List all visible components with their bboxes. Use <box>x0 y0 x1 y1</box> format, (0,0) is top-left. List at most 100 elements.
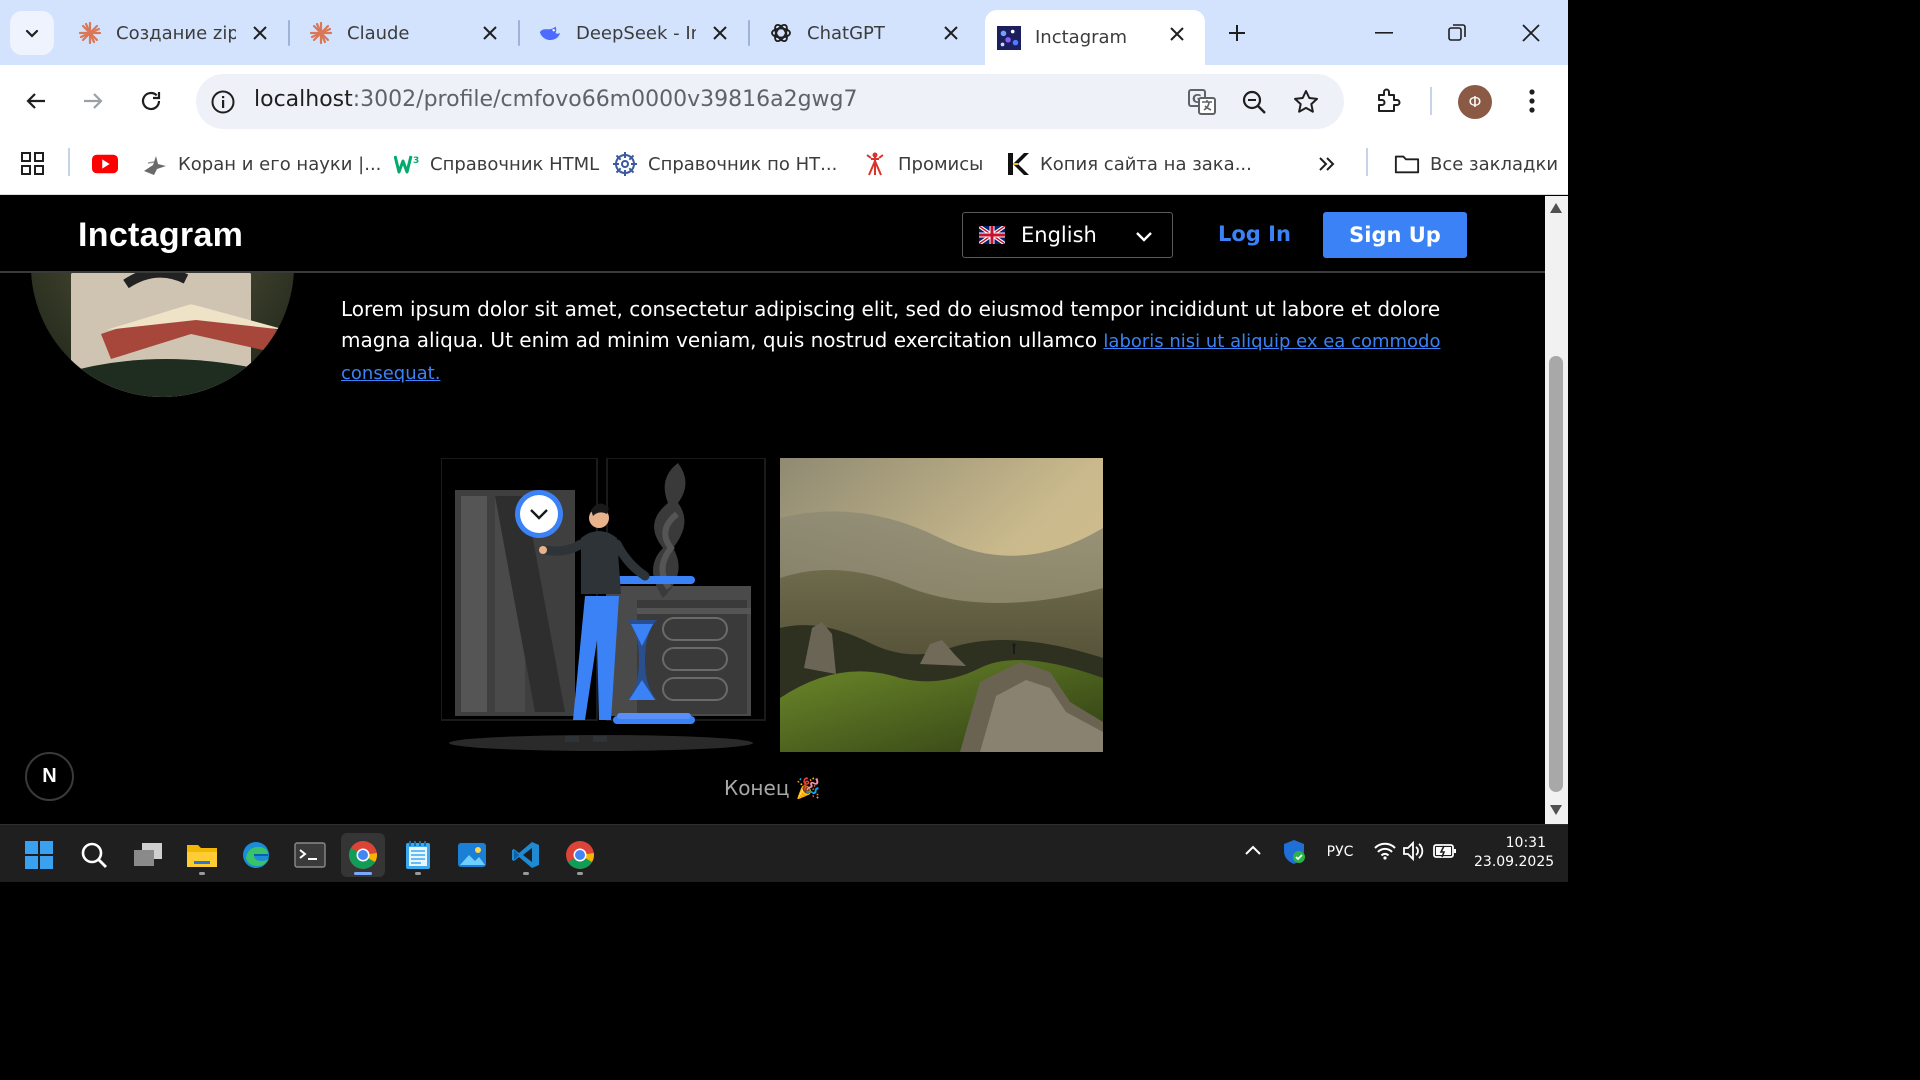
bookmark-html-reference[interactable]: 3 Справочник HTML <box>394 149 599 179</box>
tray-overflow-chevron-icon[interactable] <box>1242 839 1264 861</box>
reload-button[interactable] <box>133 83 169 119</box>
tab-title: ChatGPT <box>807 22 885 44</box>
system-clock[interactable]: 10:31 23.09.2025 <box>1474 834 1555 872</box>
start-button[interactable] <box>17 833 61 877</box>
bookmark-label: Справочник по НТ... <box>648 153 838 175</box>
arrow-left-icon <box>26 93 45 109</box>
bookmark-quran[interactable]: Коран и его науки |... <box>142 149 381 179</box>
search-icon <box>81 842 107 868</box>
more-bookmarks-icon[interactable] <box>1316 149 1338 179</box>
screen: Создание zip Claude DeepSeek - In ChatGP… <box>0 0 1568 882</box>
volume-icon[interactable] <box>1401 839 1425 863</box>
site-logo[interactable]: Inctagram <box>78 216 243 255</box>
tab-create-zip[interactable]: Создание zip <box>78 10 272 56</box>
translate-icon[interactable]: G <box>1186 86 1218 118</box>
language-label: English <box>1021 223 1097 247</box>
windows-logo-icon <box>25 841 53 869</box>
bookmark-youtube[interactable] <box>92 149 128 179</box>
terminal-button[interactable] <box>288 833 332 877</box>
tab-title: DeepSeek - In <box>576 22 696 44</box>
vscode-button[interactable] <box>504 833 548 877</box>
windows-taskbar: РУС 10:31 23.09.2025 <box>0 824 1568 882</box>
toolbar-separator <box>1430 87 1432 115</box>
chevron-down-icon <box>1136 232 1152 242</box>
bird-icon <box>142 151 168 177</box>
photos-button[interactable] <box>450 833 494 877</box>
close-window-button[interactable] <box>1516 18 1546 48</box>
tab-separator <box>748 20 750 46</box>
end-of-feed-text: Конец 🎉 <box>724 776 821 800</box>
vscode-icon <box>512 842 539 868</box>
search-button[interactable] <box>72 833 116 877</box>
site-info-icon[interactable] <box>208 87 238 117</box>
inctagram-icon <box>997 25 1021 50</box>
new-tab-button[interactable] <box>1222 18 1252 48</box>
profile-avatar[interactable]: Ф <box>1458 85 1492 119</box>
edge-button[interactable] <box>234 833 278 877</box>
close-icon[interactable] <box>248 21 272 45</box>
browser-toolbar: localhost:3002/profile/cmfovo66m0000v398… <box>0 65 1568 137</box>
apps-grid-icon[interactable] <box>20 149 46 179</box>
close-icon[interactable] <box>708 21 732 45</box>
tab-separator <box>518 20 520 46</box>
tab-deepseek[interactable]: DeepSeek - In <box>538 10 732 56</box>
chrome-icon <box>349 841 378 869</box>
chrome-second-button[interactable] <box>558 833 602 877</box>
tab-claude[interactable]: Claude <box>309 10 502 56</box>
tab-inctagram[interactable]: Inctagram <box>985 10 1205 65</box>
all-bookmarks-label: Все закладки <box>1430 153 1559 175</box>
url-text[interactable]: localhost:3002/profile/cmfovo66m0000v398… <box>254 87 858 112</box>
bookmark-site-copy[interactable]: Копия сайта на зака... <box>1004 149 1252 179</box>
restore-button[interactable] <box>1442 18 1472 48</box>
tab-title: Создание zip <box>116 22 236 44</box>
bookmark-html-guide[interactable]: Справочник по НТ... <box>612 149 837 179</box>
close-icon[interactable] <box>478 21 502 45</box>
folder-icon <box>187 845 217 867</box>
close-icon[interactable] <box>1165 22 1189 46</box>
scrollbar-thumb[interactable] <box>1549 356 1563 792</box>
menu-kebab-icon[interactable] <box>1514 83 1550 119</box>
bookmark-promises[interactable]: Промисы <box>862 149 983 179</box>
scroll-up-arrow-icon[interactable] <box>1549 202 1563 214</box>
wifi-icon[interactable] <box>1373 839 1397 863</box>
tab-chatgpt[interactable]: ChatGPT <box>769 10 963 56</box>
login-button[interactable]: Log In <box>1218 222 1291 246</box>
post-thumbnail-landscape[interactable] <box>780 458 1103 752</box>
language-select[interactable]: English <box>962 212 1173 258</box>
battery-icon[interactable] <box>1432 839 1458 863</box>
w3-icon: 3 <box>394 151 420 177</box>
post-thumbnail-illustration[interactable] <box>441 458 768 752</box>
back-button[interactable] <box>18 83 54 119</box>
input-language[interactable]: РУС <box>1322 839 1358 865</box>
edge-icon <box>243 842 269 868</box>
chatgpt-icon <box>769 21 793 45</box>
terminal-icon <box>294 842 326 868</box>
bookmark-label: Справочник HTML <box>430 153 600 175</box>
notepad-button[interactable] <box>396 833 440 877</box>
all-bookmarks[interactable]: Все закладки <box>1394 149 1558 179</box>
nextjs-dev-badge[interactable]: N <box>25 752 74 801</box>
zoom-icon[interactable] <box>1238 86 1270 118</box>
defender-shield-icon[interactable] <box>1281 839 1307 865</box>
minimize-button[interactable] <box>1369 18 1399 48</box>
page-scrollbar[interactable] <box>1545 196 1568 824</box>
address-bar[interactable]: localhost:3002/profile/cmfovo66m0000v398… <box>196 74 1344 129</box>
extensions-icon[interactable] <box>1370 83 1406 119</box>
close-icon[interactable] <box>939 21 963 45</box>
file-explorer-button[interactable] <box>180 833 224 877</box>
chrome-button[interactable] <box>341 833 385 877</box>
profile-bio: Lorem ipsum dolor sit amet, consectetur … <box>341 294 1491 389</box>
url-path: :3002/profile/cmfovo66m0000v39816a2gwg7 <box>352 87 858 112</box>
bookmark-star-icon[interactable] <box>1290 86 1322 118</box>
scroll-down-arrow-icon[interactable] <box>1549 804 1563 816</box>
uk-flag-icon <box>979 226 1005 244</box>
signup-button[interactable]: Sign Up <box>1323 212 1467 258</box>
tab-search-button[interactable] <box>10 11 54 55</box>
task-view-button[interactable] <box>126 833 170 877</box>
photos-icon <box>458 843 486 867</box>
reload-icon <box>141 91 161 111</box>
folder-icon <box>1394 151 1420 177</box>
clock-date: 23.09.2025 <box>1474 854 1555 870</box>
tab-title: Inctagram <box>1035 27 1128 48</box>
forward-button[interactable] <box>75 83 111 119</box>
